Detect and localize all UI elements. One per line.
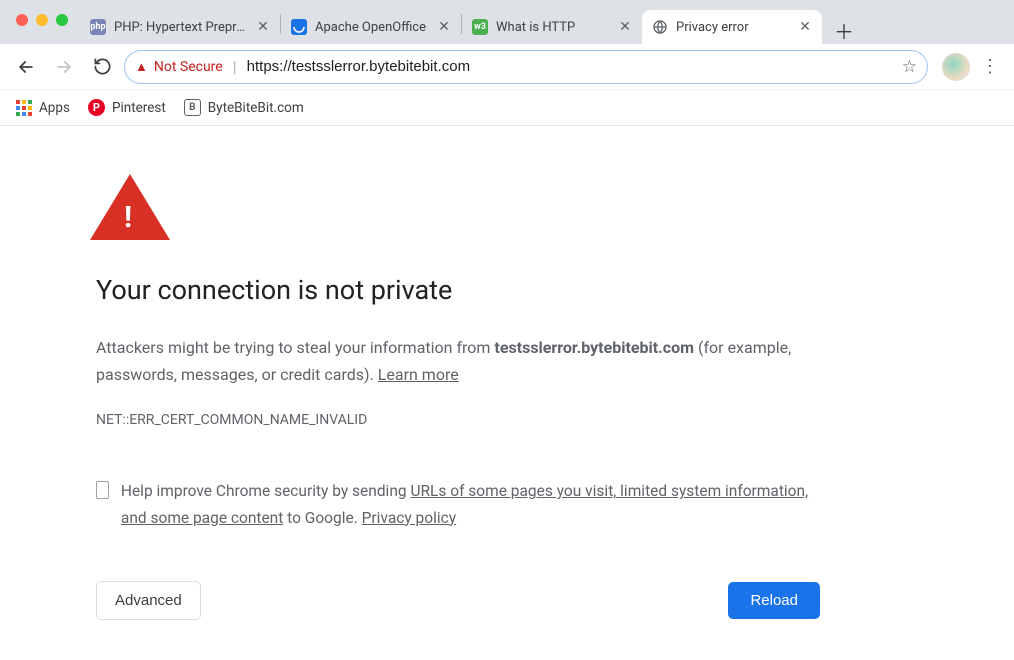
new-tab-button[interactable]: ＋ bbox=[830, 16, 858, 44]
tab-title: Privacy error bbox=[676, 20, 790, 35]
pinterest-icon: P bbox=[88, 99, 105, 116]
bookmark-label: Pinterest bbox=[112, 100, 166, 116]
browser-menu-button[interactable]: ⋮ bbox=[976, 56, 1004, 77]
browser-chrome: php PHP: Hypertext Preprocessor ✕ Apache… bbox=[0, 0, 1014, 44]
favicon-openoffice-icon bbox=[291, 19, 307, 35]
bookmark-apps[interactable]: Apps bbox=[16, 100, 70, 116]
error-code: NET::ERR_CERT_COMMON_NAME_INVALID bbox=[96, 412, 820, 428]
address-bar[interactable]: ▲ Not Secure | ☆ bbox=[124, 50, 928, 84]
bookmarks-bar: Apps P Pinterest B ByteBiteBit.com bbox=[0, 90, 1014, 126]
tab-close-icon[interactable]: ✕ bbox=[618, 20, 632, 34]
optin-row: Help improve Chrome security by sending … bbox=[96, 478, 820, 531]
window-minimize-button[interactable] bbox=[36, 14, 48, 26]
tab-openoffice[interactable]: Apache OpenOffice ✕ bbox=[281, 10, 461, 44]
error-page-content: Your connection is not private Attackers… bbox=[0, 126, 820, 620]
optin-checkbox[interactable] bbox=[96, 481, 109, 499]
tab-http[interactable]: w3 What is HTTP ✕ bbox=[462, 10, 642, 44]
error-description: Attackers might be trying to steal your … bbox=[96, 334, 820, 388]
profile-avatar[interactable] bbox=[942, 53, 970, 81]
back-button[interactable] bbox=[10, 51, 42, 83]
apps-grid-icon bbox=[16, 100, 32, 116]
bookmark-label: ByteBiteBit.com bbox=[208, 100, 304, 116]
tab-php[interactable]: php PHP: Hypertext Preprocessor ✕ bbox=[80, 10, 280, 44]
bytebitebit-icon: B bbox=[184, 99, 201, 116]
tab-title: Apache OpenOffice bbox=[315, 20, 429, 35]
favicon-globe-icon bbox=[652, 19, 668, 35]
security-label: Not Secure bbox=[154, 59, 223, 75]
reload-page-button[interactable]: Reload bbox=[728, 582, 820, 619]
privacy-policy-link[interactable]: Privacy policy bbox=[362, 509, 456, 527]
security-indicator[interactable]: ▲ Not Secure bbox=[135, 59, 223, 75]
warning-large-icon bbox=[90, 174, 170, 240]
bookmark-star-icon[interactable]: ☆ bbox=[902, 57, 917, 77]
bookmark-label: Apps bbox=[39, 100, 70, 116]
toolbar: ▲ Not Secure | ☆ ⋮ bbox=[0, 44, 1014, 90]
forward-button[interactable] bbox=[48, 51, 80, 83]
action-buttons: Advanced Reload bbox=[96, 581, 820, 620]
bookmark-bytebitebit[interactable]: B ByteBiteBit.com bbox=[184, 99, 304, 116]
omnibox-separator: | bbox=[233, 57, 237, 76]
window-close-button[interactable] bbox=[16, 14, 28, 26]
tab-close-icon[interactable]: ✕ bbox=[256, 20, 270, 34]
desc-prefix: Attackers might be trying to steal your … bbox=[96, 338, 494, 357]
window-maximize-button[interactable] bbox=[56, 14, 68, 26]
tab-title: What is HTTP bbox=[496, 20, 610, 35]
reload-button[interactable] bbox=[86, 51, 118, 83]
tab-strip: php PHP: Hypertext Preprocessor ✕ Apache… bbox=[80, 4, 1014, 44]
tab-privacy-error[interactable]: Privacy error ✕ bbox=[642, 10, 822, 44]
url-input[interactable] bbox=[247, 58, 892, 75]
warning-triangle-icon: ▲ bbox=[135, 59, 148, 75]
desc-domain: testsslerror.bytebitebit.com bbox=[494, 338, 694, 357]
tab-close-icon[interactable]: ✕ bbox=[798, 20, 812, 34]
page-title: Your connection is not private bbox=[96, 274, 820, 306]
optin-mid: to Google. bbox=[283, 509, 361, 527]
favicon-php-icon: php bbox=[90, 19, 106, 35]
optin-text: Help improve Chrome security by sending … bbox=[121, 478, 820, 531]
learn-more-link[interactable]: Learn more bbox=[378, 365, 459, 384]
tab-title: PHP: Hypertext Preprocessor bbox=[114, 20, 248, 35]
bookmark-pinterest[interactable]: P Pinterest bbox=[88, 99, 166, 116]
tab-close-icon[interactable]: ✕ bbox=[437, 20, 451, 34]
optin-prefix: Help improve Chrome security by sending bbox=[121, 482, 411, 500]
favicon-http-icon: w3 bbox=[472, 19, 488, 35]
advanced-button[interactable]: Advanced bbox=[96, 581, 201, 620]
